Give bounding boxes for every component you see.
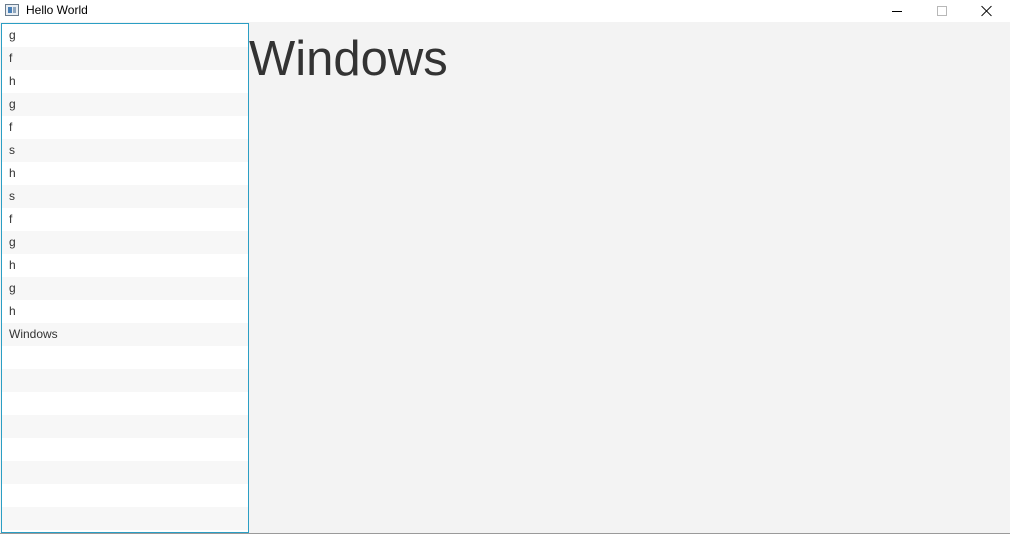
empty-list-row xyxy=(2,346,248,369)
empty-list-row xyxy=(2,369,248,392)
empty-list-row xyxy=(2,415,248,438)
window-content: g f h g f s h s f g h g h Windows Window… xyxy=(0,22,1010,534)
minimize-icon xyxy=(892,10,902,12)
selected-item-heading: Windows xyxy=(249,32,448,86)
list-item[interactable]: g xyxy=(2,277,248,300)
window-title: Hello World xyxy=(26,3,88,17)
empty-list-row xyxy=(2,484,248,507)
close-button[interactable] xyxy=(964,0,1010,22)
items-list-view[interactable]: g f h g f s h s f g h g h Windows xyxy=(1,23,249,533)
list-item[interactable]: h xyxy=(2,70,248,93)
list-item[interactable]: g xyxy=(2,231,248,254)
maximize-button[interactable] xyxy=(919,0,965,22)
list-item[interactable]: g xyxy=(2,24,248,47)
list-item[interactable]: h xyxy=(2,254,248,277)
empty-list-row xyxy=(2,392,248,415)
list-item[interactable]: Windows xyxy=(2,323,248,346)
empty-list-row xyxy=(2,507,248,530)
list-item[interactable]: h xyxy=(2,300,248,323)
list-item[interactable]: f xyxy=(2,116,248,139)
list-item[interactable]: s xyxy=(2,185,248,208)
list-item[interactable]: f xyxy=(2,208,248,231)
title-bar[interactable]: Hello World xyxy=(0,0,1010,22)
empty-list-rows xyxy=(2,346,248,532)
list-item[interactable]: g xyxy=(2,93,248,116)
list-item[interactable]: f xyxy=(2,47,248,70)
list-item[interactable]: s xyxy=(2,139,248,162)
list-item[interactable]: h xyxy=(2,162,248,185)
app-window-icon xyxy=(5,4,19,16)
empty-list-row xyxy=(2,438,248,461)
minimize-button[interactable] xyxy=(874,0,920,22)
empty-list-row xyxy=(2,461,248,484)
close-icon xyxy=(981,5,993,17)
maximize-icon xyxy=(937,6,947,16)
list-items-container: g f h g f s h s f g h g h Windows xyxy=(2,24,248,346)
